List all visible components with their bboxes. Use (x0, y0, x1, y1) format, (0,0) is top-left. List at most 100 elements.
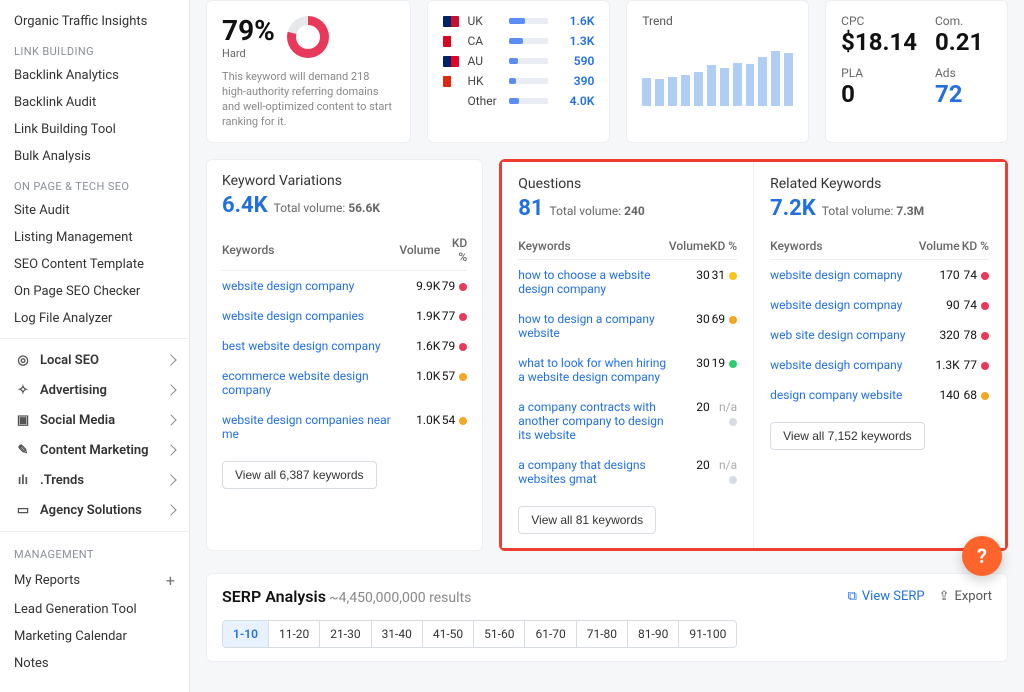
view-serp-button[interactable]: ⧉View SERP (848, 589, 925, 604)
country-value: 390 (556, 74, 594, 88)
pencil-icon: ✎ (14, 441, 32, 459)
serp-results-count: ~4,450,000,000 results (329, 590, 471, 606)
keyword-link[interactable]: design company website (770, 388, 916, 402)
serp-range-tab[interactable]: 91-100 (679, 621, 736, 647)
export-button[interactable]: ⇪Export (939, 589, 992, 604)
sidebar: Organic Traffic Insights LINK BUILDING B… (0, 0, 190, 692)
sidebar-item-content-marketing[interactable]: ✎Content Marketing (0, 435, 189, 465)
plus-icon[interactable]: + (166, 571, 175, 590)
keyword-link[interactable]: best website design company (222, 339, 399, 353)
table-row: how to design a company website3069 (518, 304, 737, 348)
sidebar-item-advertising[interactable]: ✧Advertising (0, 375, 189, 405)
keyword-link[interactable]: website design comapny (770, 268, 916, 282)
country-row[interactable]: CA1.3K (443, 34, 594, 48)
metric-value-ads[interactable]: 72 (935, 80, 992, 108)
keyword-link[interactable]: website design company (222, 279, 399, 293)
keyword-link[interactable]: a company contracts with another company… (518, 400, 669, 442)
chevron-right-icon (165, 504, 176, 515)
keyword-link[interactable]: how to choose a website design company (518, 268, 669, 296)
volume-cell: 30 (669, 260, 710, 305)
briefcase-icon: ▭ (14, 501, 32, 519)
flag-icon (443, 76, 459, 87)
trend-bar (784, 53, 793, 106)
sidebar-item-marketing-calendar[interactable]: Marketing Calendar (0, 623, 189, 650)
sidebar-item-my-reports[interactable]: My Reports + (0, 565, 189, 596)
sidebar-item-notes[interactable]: Notes (0, 650, 189, 677)
related-title: Related Keywords (770, 176, 989, 192)
country-code: CA (467, 34, 501, 48)
keyword-link[interactable]: website design compnay (770, 298, 916, 312)
sidebar-item-link-building-tool[interactable]: Link Building Tool (0, 116, 189, 143)
kd-cell: 68 (960, 380, 989, 410)
serp-range-tab[interactable]: 31-40 (372, 621, 423, 647)
country-code: UK (467, 14, 501, 28)
variations-table: KeywordsVolumeKD %website design company… (222, 230, 467, 449)
serp-range-tab[interactable]: 81-90 (628, 621, 679, 647)
serp-range-tab[interactable]: 1-10 (223, 621, 269, 647)
serp-range-tab[interactable]: 71-80 (577, 621, 628, 647)
country-code: HK (467, 74, 501, 88)
serp-range-tab[interactable]: 11-20 (269, 621, 320, 647)
sidebar-item-label: Local SEO (40, 353, 99, 368)
chevron-right-icon (165, 354, 176, 365)
volume-cell: 90 (916, 290, 960, 320)
keyword-link[interactable]: what to look for when hiring a website d… (518, 356, 669, 384)
sidebar-item-organic-traffic[interactable]: Organic Traffic Insights (0, 8, 189, 35)
keyword-link[interactable]: ecommerce website design company (222, 369, 399, 397)
questions-view-all-button[interactable]: View all 81 keywords (518, 506, 656, 534)
sidebar-item-log-file-analyzer[interactable]: Log File Analyzer (0, 305, 189, 332)
sidebar-item-social-media[interactable]: ▣Social Media (0, 405, 189, 435)
column-header: KD % (440, 230, 467, 271)
sidebar-item-trends[interactable]: ılı.Trends (0, 465, 189, 495)
volume-cell: 9.9K (399, 271, 440, 302)
keyword-link[interactable]: how to design a company website (518, 312, 669, 340)
country-row[interactable]: Other4.0K (443, 94, 594, 108)
variations-view-all-button[interactable]: View all 6,387 keywords (222, 461, 377, 489)
sidebar-item-backlink-audit[interactable]: Backlink Audit (0, 89, 189, 116)
table-row: a company that designs websites gmat20n/… (518, 450, 737, 494)
sidebar-item-backlink-analytics[interactable]: Backlink Analytics (0, 62, 189, 89)
card-trend: Trend (626, 0, 809, 143)
serp-range-tab[interactable]: 61-70 (525, 621, 576, 647)
sidebar-item-agency-solutions[interactable]: ▭Agency Solutions (0, 495, 189, 525)
keyword-link[interactable]: website design companies near me (222, 413, 399, 441)
volume-cell: 140 (916, 380, 960, 410)
related-view-all-button[interactable]: View all 7,152 keywords (770, 422, 925, 450)
sidebar-item-listing-management[interactable]: Listing Management (0, 224, 189, 251)
kd-cell: 19 (710, 348, 737, 392)
keyword-link[interactable]: web site design company (770, 328, 916, 342)
metric-label-com: Com. (935, 14, 992, 28)
keyword-link[interactable]: website desigh company (770, 358, 916, 372)
country-row[interactable]: HK 390 (443, 74, 594, 88)
serp-range-tab[interactable]: 41-50 (423, 621, 474, 647)
help-fab-button[interactable]: ? (962, 536, 1002, 576)
column-header: Keywords (770, 233, 916, 260)
table-row: ecommerce website design company1.0K57 (222, 361, 467, 405)
volume-cell: 1.3K (916, 350, 960, 380)
sidebar-item-seo-content-template[interactable]: SEO Content Template (0, 251, 189, 278)
volume-bar (509, 58, 548, 64)
kd-cell: 77 (440, 301, 467, 331)
sidebar-item-site-audit[interactable]: Site Audit (0, 197, 189, 224)
table-row: what to look for when hiring a website d… (518, 348, 737, 392)
trend-bar (733, 63, 742, 106)
serp-range-tab[interactable]: 51-60 (474, 621, 525, 647)
country-row[interactable]: AU590 (443, 54, 594, 68)
sidebar-item-onpage-seo-checker[interactable]: On Page SEO Checker (0, 278, 189, 305)
kd-dot-icon (981, 302, 989, 310)
keyword-link[interactable]: a company that designs websites gmat (518, 458, 669, 486)
column-header: KD % (960, 233, 989, 260)
volume-bar (509, 38, 548, 44)
sidebar-item-local-seo[interactable]: ◎Local SEO (0, 345, 189, 375)
kd-dot-icon (459, 283, 467, 291)
country-value: 1.6K (556, 14, 594, 28)
sidebar-item-bulk-analysis[interactable]: Bulk Analysis (0, 143, 189, 170)
kd-cell: 79 (440, 271, 467, 302)
card-related-keywords: Related Keywords7.2KTotal volume: 7.3MKe… (753, 162, 1005, 548)
sidebar-item-lead-generation[interactable]: Lead Generation Tool (0, 596, 189, 623)
country-row[interactable]: UK 1.6K (443, 14, 594, 28)
keyword-link[interactable]: website design companies (222, 309, 399, 323)
kwdiff-hard-label: Hard (222, 47, 275, 60)
serp-range-tab[interactable]: 21-30 (320, 621, 371, 647)
volume-bar (509, 98, 548, 104)
